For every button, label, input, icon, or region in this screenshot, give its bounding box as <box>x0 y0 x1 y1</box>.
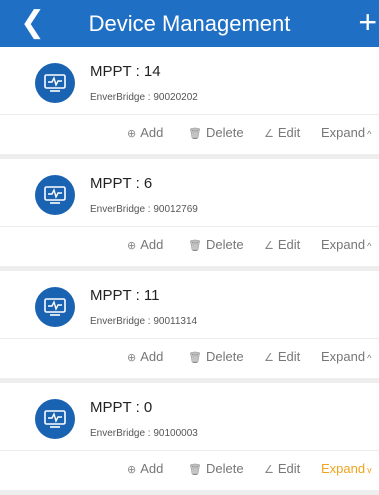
trash-icon: 🗑 <box>188 128 202 140</box>
device-monitor-icon <box>35 175 75 215</box>
add-circle-icon: ⊕ <box>127 464 137 476</box>
edit-label: Edit <box>277 349 301 364</box>
edit-button[interactable]: ∠ Edit <box>264 125 300 140</box>
expand-label: Expand <box>321 125 366 140</box>
add-button[interactable]: ⊕ Add <box>127 237 163 252</box>
chevron-up-icon: ^ <box>367 353 372 363</box>
device-serial: EnverBridge : 90020202 <box>90 92 198 103</box>
device-card: MPPT : 11 EnverBridge : 90011314 ⊕ Add 🗑 D… <box>0 271 379 378</box>
trash-icon: 🗑 <box>188 464 202 476</box>
device-card: MPPT : 6 EnverBridge : 90012769 ⊕ Add 🗑 De… <box>0 159 379 266</box>
expand-button[interactable]: Expand ^ <box>321 349 371 364</box>
device-serial: EnverBridge : 90012769 <box>90 204 198 215</box>
device-name: MPPT : 11 <box>90 287 160 304</box>
trash-icon: 🗑 <box>188 240 202 252</box>
trash-icon: 🗑 <box>188 352 202 364</box>
edit-button[interactable]: ∠ Edit <box>264 349 300 364</box>
expand-label: Expand <box>321 461 366 476</box>
header-bar: ❮ Device Management + <box>0 0 379 47</box>
device-monitor-icon <box>35 399 75 439</box>
add-label: Add <box>140 125 164 140</box>
add-button[interactable]: ⊕ Add <box>127 125 163 140</box>
add-label: Add <box>140 237 164 252</box>
delete-button[interactable]: 🗑 Delete <box>188 349 244 364</box>
delete-button[interactable]: 🗑 Delete <box>188 125 244 140</box>
pencil-icon: ∠ <box>264 464 274 476</box>
add-button[interactable]: ⊕ Add <box>127 349 163 364</box>
delete-label: Delete <box>205 125 244 140</box>
add-device-plus-icon[interactable]: + <box>358 4 377 40</box>
device-serial: EnverBridge : 90011314 <box>90 316 198 327</box>
divider <box>0 226 379 227</box>
divider <box>0 450 379 451</box>
pencil-icon: ∠ <box>264 240 274 252</box>
delete-label: Delete <box>205 461 244 476</box>
device-list: MPPT : 14 EnverBridge : 90020202 ⊕ Add 🗑 D… <box>0 47 379 495</box>
edit-label: Edit <box>277 237 301 252</box>
add-button[interactable]: ⊕ Add <box>127 461 163 476</box>
add-circle-icon: ⊕ <box>127 128 137 140</box>
device-name: MPPT : 14 <box>90 63 161 80</box>
device-name: MPPT : 6 <box>90 175 153 192</box>
expand-button[interactable]: Expand ^ <box>321 125 371 140</box>
device-actions: ⊕ Add 🗑 Delete ∠ Edit Expand v <box>0 461 379 479</box>
edit-button[interactable]: ∠ Edit <box>264 237 300 252</box>
page-title: Device Management <box>88 11 291 36</box>
pencil-icon: ∠ <box>264 128 274 140</box>
add-circle-icon: ⊕ <box>127 240 137 252</box>
delete-button[interactable]: 🗑 Delete <box>188 461 244 476</box>
expand-button[interactable]: Expand v <box>321 461 372 476</box>
device-card: MPPT : 14 EnverBridge : 90020202 ⊕ Add 🗑 D… <box>0 47 379 154</box>
add-circle-icon: ⊕ <box>127 352 137 364</box>
expand-button[interactable]: Expand ^ <box>321 237 371 252</box>
device-actions: ⊕ Add 🗑 Delete ∠ Edit Expand ^ <box>0 349 379 367</box>
expand-label: Expand <box>321 349 366 364</box>
chevron-up-icon: ^ <box>367 129 372 139</box>
add-label: Add <box>140 461 164 476</box>
device-card: MPPT : 0 EnverBridge : 90100003 ⊕ Add 🗑 De… <box>0 383 379 490</box>
delete-label: Delete <box>205 349 244 364</box>
chevron-down-icon: v <box>367 465 372 475</box>
expand-label: Expand <box>321 237 366 252</box>
divider <box>0 338 379 339</box>
device-monitor-icon <box>35 63 75 103</box>
pencil-icon: ∠ <box>264 352 274 364</box>
device-actions: ⊕ Add 🗑 Delete ∠ Edit Expand ^ <box>0 125 379 143</box>
edit-label: Edit <box>277 125 301 140</box>
chevron-up-icon: ^ <box>367 241 372 251</box>
divider <box>0 114 379 115</box>
add-label: Add <box>140 349 164 364</box>
device-actions: ⊕ Add 🗑 Delete ∠ Edit Expand ^ <box>0 237 379 255</box>
edit-button[interactable]: ∠ Edit <box>264 461 300 476</box>
device-monitor-icon <box>35 287 75 327</box>
device-serial: EnverBridge : 90100003 <box>90 428 198 439</box>
delete-label: Delete <box>205 237 244 252</box>
device-name: MPPT : 0 <box>90 399 153 416</box>
edit-label: Edit <box>277 461 301 476</box>
delete-button[interactable]: 🗑 Delete <box>188 237 244 252</box>
